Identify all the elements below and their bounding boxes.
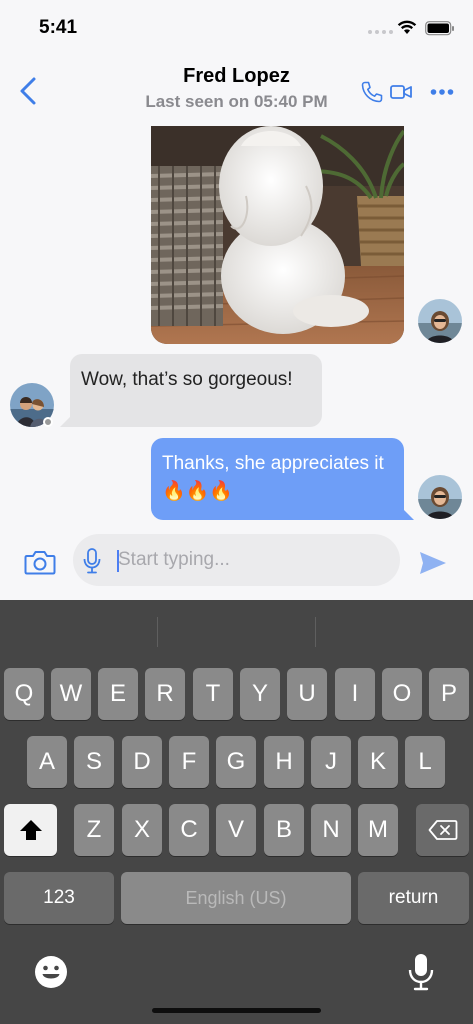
key-g[interactable]: G: [216, 736, 256, 788]
camera-icon[interactable]: [24, 548, 56, 576]
key-u[interactable]: U: [287, 668, 327, 720]
key-r[interactable]: R: [145, 668, 185, 720]
prediction-divider: [157, 617, 158, 647]
shift-key[interactable]: [4, 804, 57, 856]
space-key[interactable]: English (US): [121, 872, 351, 924]
image-message-cat-photo[interactable]: [151, 126, 404, 344]
predictive-text-bar[interactable]: [0, 600, 473, 662]
message-input[interactable]: [118, 534, 388, 586]
prediction-divider: [315, 617, 316, 647]
return-key[interactable]: return: [358, 872, 469, 924]
status-time: 5:41: [39, 17, 78, 38]
emoji-icon[interactable]: [33, 954, 69, 990]
key-j[interactable]: J: [311, 736, 351, 788]
avatar-user-icon: [418, 475, 462, 519]
key-t[interactable]: T: [193, 668, 233, 720]
key-d[interactable]: D: [122, 736, 162, 788]
avatar-user-icon: [418, 299, 462, 343]
key-h[interactable]: H: [264, 736, 304, 788]
key-s[interactable]: S: [74, 736, 114, 788]
key-b[interactable]: B: [264, 804, 304, 856]
on-screen-keyboard: Q W E R T Y U I O P A S D F G H J K L Z …: [0, 600, 473, 1024]
key-l[interactable]: L: [405, 736, 445, 788]
key-q[interactable]: Q: [4, 668, 44, 720]
key-o[interactable]: O: [382, 668, 422, 720]
compose-field[interactable]: [73, 534, 400, 586]
key-v[interactable]: V: [216, 804, 256, 856]
send-icon[interactable]: [418, 550, 448, 576]
key-z[interactable]: Z: [74, 804, 114, 856]
microphone-icon[interactable]: [83, 548, 101, 574]
sender-avatar-photo-message[interactable]: [418, 299, 462, 343]
more-dots-icon[interactable]: [430, 88, 454, 96]
key-a[interactable]: A: [27, 736, 67, 788]
backspace-key[interactable]: [416, 804, 469, 856]
backspace-icon: [428, 820, 457, 840]
key-k[interactable]: K: [358, 736, 398, 788]
wifi-icon: [397, 20, 417, 34]
key-i[interactable]: I: [335, 668, 375, 720]
sender-avatar-text-message[interactable]: [418, 475, 462, 519]
phone-icon[interactable]: [360, 80, 384, 104]
key-m[interactable]: M: [358, 804, 398, 856]
numbers-key[interactable]: 123: [4, 872, 114, 924]
key-w[interactable]: W: [51, 668, 91, 720]
presence-status-dot: [43, 417, 53, 427]
key-y[interactable]: Y: [240, 668, 280, 720]
key-e[interactable]: E: [98, 668, 138, 720]
key-f[interactable]: F: [169, 736, 209, 788]
home-indicator[interactable]: [152, 1008, 321, 1013]
key-n[interactable]: N: [311, 804, 351, 856]
message-composer: [0, 530, 473, 600]
key-x[interactable]: X: [122, 804, 162, 856]
incoming-message-bubble[interactable]: Wow, that’s so gorgeous!: [60, 354, 322, 427]
status-bar: 5:41: [0, 0, 473, 56]
battery-icon: [425, 21, 454, 36]
chat-header: Fred Lopez Last seen on 05:40 PM: [0, 56, 473, 126]
dictation-microphone-icon[interactable]: [408, 953, 434, 991]
outgoing-message-bubble[interactable]: Thanks, she appreciates it 🔥🔥🔥: [151, 438, 414, 520]
shift-icon: [19, 820, 42, 840]
cat-photo: [151, 126, 404, 344]
cellular-signal-icon: [368, 30, 393, 34]
video-camera-icon[interactable]: [390, 84, 412, 100]
key-p[interactable]: P: [429, 668, 469, 720]
key-c[interactable]: C: [169, 804, 209, 856]
